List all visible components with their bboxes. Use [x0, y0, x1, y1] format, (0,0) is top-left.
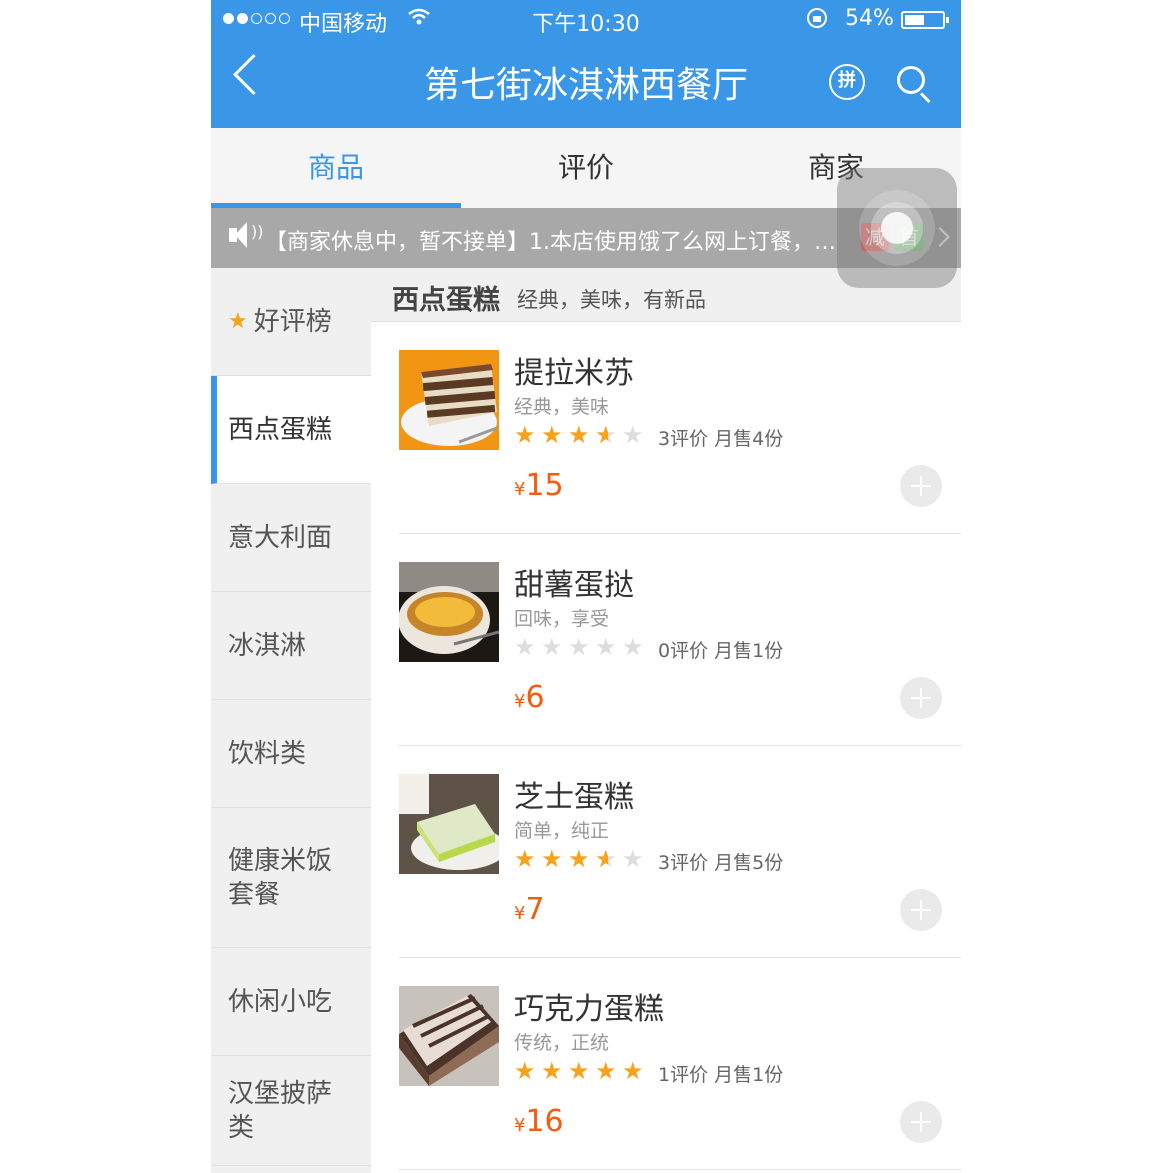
star-icon: ★: [568, 845, 590, 873]
sidebar-item-label: 西点蛋糕: [228, 414, 333, 445]
product-description: 经典，美味: [514, 396, 610, 418]
product-name: 芝士蛋糕: [514, 780, 634, 815]
star-icon: ★: [568, 633, 590, 661]
speaker-icon: [229, 222, 263, 248]
product-stats: 3评价 月售5份: [658, 852, 784, 874]
tab-reviews[interactable]: 评价: [461, 128, 711, 208]
product-stats: 1评价 月售1份: [658, 1064, 784, 1086]
product-name: 巧克力蛋糕: [514, 992, 664, 1027]
star-icon: ★: [622, 633, 644, 661]
sidebar-item-label: 健康米饭套餐: [228, 845, 333, 910]
product-stats: 0评价 月售1份: [658, 640, 784, 662]
product-description: 传统，正统: [514, 1032, 610, 1054]
product-name: 甜薯蛋挞: [514, 568, 634, 603]
star-icon: ★: [622, 845, 644, 873]
product-image[interactable]: [399, 774, 499, 874]
add-to-cart-button[interactable]: [900, 465, 942, 507]
product-price: ¥7: [514, 892, 545, 927]
sidebar-item-cakes[interactable]: 西点蛋糕: [211, 376, 371, 484]
product-image[interactable]: [399, 350, 499, 450]
sidebar-item-rice-set[interactable]: 健康米饭套餐: [211, 808, 371, 948]
sidebar-item-ice-cream[interactable]: 冰淇淋: [211, 592, 371, 700]
pin-icon[interactable]: 拼: [829, 64, 865, 100]
sidebar-item-drinks[interactable]: 饮料类: [211, 700, 371, 808]
sidebar-item-pasta[interactable]: 意大利面: [211, 484, 371, 592]
product-price: ¥15: [514, 468, 564, 503]
star-icon: ★: [622, 1057, 644, 1085]
star-icon: ★: [568, 1057, 590, 1085]
rating-stars: ★ ★ ★ ★ ★: [514, 1058, 648, 1084]
star-icon: ★: [514, 633, 536, 661]
star-icon: ★: [568, 421, 590, 449]
search-icon[interactable]: [897, 66, 925, 94]
sidebar-item-label: 休闲小吃: [228, 986, 333, 1017]
product-item[interactable]: 巧克力蛋糕 传统，正统 ★ ★ ★ ★ ★ 1评价 月售1份 ¥16: [371, 958, 961, 1170]
star-icon: ★: [541, 1057, 563, 1085]
battery-icon: [901, 11, 949, 29]
star-icon: ★: [514, 1057, 536, 1085]
star-icon: ★: [595, 1057, 617, 1085]
star-icon: ★: [228, 309, 248, 334]
product-item[interactable]: 提拉米苏 经典，美味 ★★★★★ 3评价 月售4份 ¥15: [371, 322, 961, 534]
product-image[interactable]: [399, 562, 499, 662]
sidebar-item-label: 冰淇淋: [228, 630, 307, 661]
top-bar: 中国移动 下午10:30 54% 第七街冰淇淋西餐厅 拼: [211, 0, 961, 128]
star-icon: ★: [622, 421, 644, 449]
sidebar-item-label: 意大利面: [228, 522, 333, 553]
add-to-cart-button[interactable]: [900, 889, 942, 931]
sidebar-item-top-rated[interactable]: ★ 好评榜: [211, 268, 371, 376]
sidebar-item-label: 饮料类: [228, 738, 307, 769]
star-icon: ★: [541, 421, 563, 449]
product-description: 简单，纯正: [514, 820, 610, 842]
battery-percent: 54%: [845, 6, 894, 31]
tab-goods[interactable]: 商品: [211, 128, 461, 208]
star-icon: ★: [595, 422, 621, 448]
assistive-touch-button[interactable]: [837, 168, 957, 288]
product-description: 回味，享受: [514, 608, 610, 630]
category-sidebar: ★ 好评榜 西点蛋糕 意大利面 冰淇淋 饮料类 健康米饭套餐 休闲小吃 汉堡披萨…: [211, 268, 371, 1173]
product-price: ¥6: [514, 680, 545, 715]
product-item[interactable]: 甜薯蛋挞 回味，享受 ★ ★ ★ ★ ★ 0评价 月售1份 ¥6: [371, 534, 961, 746]
sidebar-item-label: 好评榜: [253, 306, 332, 337]
star-icon: ★: [595, 633, 617, 661]
rating-stars: ★ ★ ★ ★ ★: [514, 422, 648, 448]
category-description: 经典，美味，有新品: [517, 288, 706, 312]
sidebar-item-label: 汉堡披萨类: [228, 1078, 333, 1143]
star-icon: ★: [514, 845, 536, 873]
product-stats: 3评价 月售4份: [658, 428, 784, 450]
star-icon: ★: [541, 633, 563, 661]
product-price: ¥16: [514, 1104, 564, 1139]
divider: [399, 1169, 961, 1170]
star-icon: ★: [541, 845, 563, 873]
status-bar: 中国移动 下午10:30 54%: [211, 0, 961, 40]
product-item[interactable]: 芝士蛋糕 简单，纯正 ★★★★★ 3评价 月售5份 ¥7: [371, 746, 961, 958]
add-to-cart-button[interactable]: [900, 1101, 942, 1143]
star-icon: ★: [595, 846, 621, 872]
rotation-lock-icon: [807, 8, 827, 28]
product-image[interactable]: [399, 986, 499, 1086]
app-screen: 中国移动 下午10:30 54% 第七街冰淇淋西餐厅 拼 商品 评价 商家 【商…: [211, 0, 961, 1173]
add-to-cart-button[interactable]: [900, 677, 942, 719]
product-name: 提拉米苏: [514, 356, 634, 391]
category-title: 西点蛋糕: [392, 285, 500, 316]
rating-stars: ★ ★ ★ ★ ★: [514, 846, 648, 872]
notice-text: 【商家休息中，暂不接单】1.本店使用饿了么网上订餐，优...: [265, 230, 855, 255]
star-icon: ★: [514, 421, 536, 449]
rating-stars: ★ ★ ★ ★ ★: [514, 634, 648, 660]
sidebar-item-snacks[interactable]: 休闲小吃: [211, 948, 371, 1056]
sidebar-item-burger-pizza[interactable]: 汉堡披萨类: [211, 1056, 371, 1166]
